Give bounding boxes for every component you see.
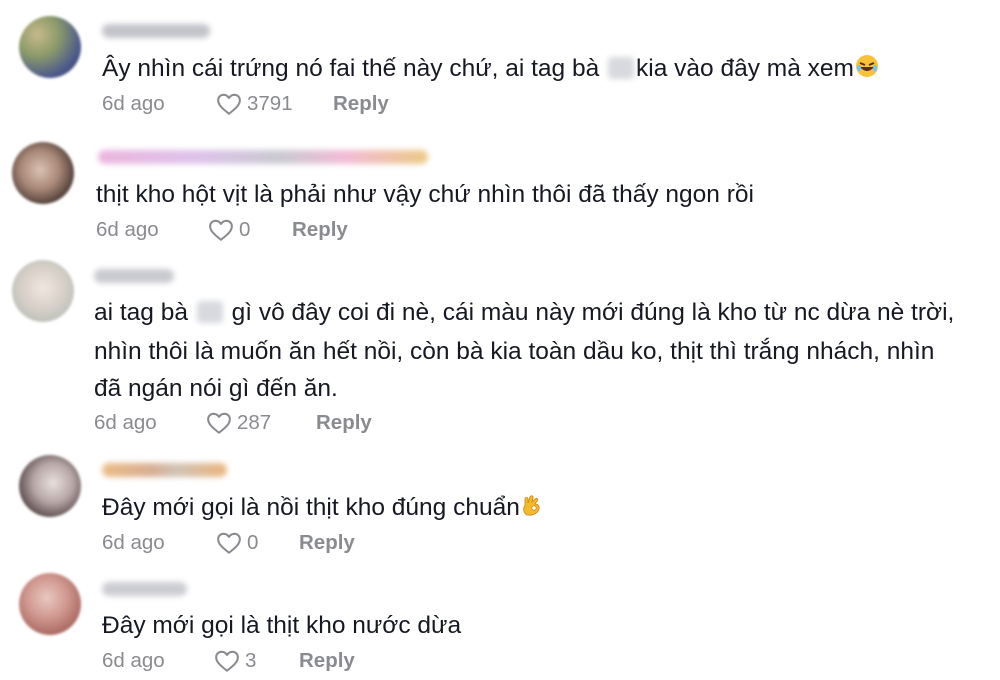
timestamp: 6d ago <box>96 218 159 241</box>
avatar[interactable] <box>19 16 81 78</box>
comment-text-line-1: ai tag bà gì vô đây coi đi nè, cái màu n… <box>94 295 954 331</box>
ok-hand-emoji <box>521 492 543 528</box>
comment-meta: 6d ago 3 Reply <box>102 646 502 676</box>
comment-text-line-2: nhìn thôi là muốn ăn hết nồi, còn bà kia… <box>94 338 935 365</box>
comment-4: Đây mới gọi là nồi thịt kho đúng chuẩn 6… <box>0 445 1000 565</box>
username[interactable] <box>102 582 187 596</box>
comment-1: Ây nhìn cái trứng nó fai thế này chứ, ai… <box>0 0 1000 125</box>
redacted-name <box>196 301 223 323</box>
avatar[interactable] <box>12 142 74 204</box>
like-count: 0 <box>239 218 251 241</box>
heart-outline-icon <box>217 93 241 115</box>
timestamp: 6d ago <box>94 411 157 434</box>
username[interactable] <box>98 150 428 164</box>
heart-outline-icon <box>207 412 231 434</box>
like-count: 3 <box>245 649 257 672</box>
like-button[interactable]: 0 <box>216 528 258 558</box>
reply-button[interactable]: Reply <box>316 408 372 438</box>
comment-meta: 6d ago 0 Reply <box>102 528 502 558</box>
comment-text-part: Ây nhìn cái trứng nó fai thế này chứ, ai… <box>102 55 607 82</box>
like-button[interactable]: 0 <box>208 215 250 245</box>
reply-button[interactable]: Reply <box>292 215 348 245</box>
username[interactable] <box>102 463 227 477</box>
comment-text: thịt kho hột vịt là phải như vậy chứ nhì… <box>96 181 754 208</box>
comment-text-part: Đây mới gọi là nồi thịt kho đúng chuẩn <box>102 494 520 521</box>
avatar[interactable] <box>19 455 81 517</box>
comment-text-line-3: đã ngán nói gì đến ăn. <box>94 375 338 402</box>
comment-text: Đây mới gọi là nồi thịt kho đúng chuẩn <box>102 490 543 528</box>
like-count: 3791 <box>247 92 293 115</box>
comment-text-part: kia vào đây mà xem <box>636 55 854 82</box>
redacted-name <box>608 57 635 79</box>
comment-meta: 6d ago 3791 Reply <box>102 89 502 119</box>
like-button[interactable]: 287 <box>206 408 271 438</box>
username[interactable] <box>94 269 174 283</box>
username[interactable] <box>102 24 210 38</box>
like-count: 287 <box>237 411 272 434</box>
comment-meta: 6d ago 0 Reply <box>96 215 496 245</box>
timestamp: 6d ago <box>102 531 165 554</box>
like-button[interactable]: 3 <box>214 646 256 676</box>
avatar[interactable] <box>19 573 81 635</box>
comment-5: Đây mới gọi là thịt kho nước dừa 6d ago … <box>0 565 1000 680</box>
timestamp: 6d ago <box>102 92 165 115</box>
like-count: 0 <box>247 531 259 554</box>
heart-outline-icon <box>209 219 233 241</box>
avatar[interactable] <box>12 260 74 322</box>
comment-text: Ây nhìn cái trứng nó fai thế này chứ, ai… <box>102 51 879 89</box>
comment-2: thịt kho hột vịt là phải như vậy chứ nhì… <box>0 125 1000 250</box>
comment-3: ai tag bà gì vô đây coi đi nè, cái màu n… <box>0 250 1000 445</box>
comment-text-part: gì vô đây coi đi nè, cái màu này mới đún… <box>231 299 955 326</box>
rolling-laughing-emoji <box>855 53 879 89</box>
like-button[interactable]: 3791 <box>216 89 293 119</box>
heart-outline-icon <box>217 532 241 554</box>
reply-button[interactable]: Reply <box>333 89 389 119</box>
comment-meta: 6d ago 287 Reply <box>94 408 494 438</box>
reply-button[interactable]: Reply <box>299 646 355 676</box>
reply-button[interactable]: Reply <box>299 528 355 558</box>
comment-text: Đây mới gọi là thịt kho nước dừa <box>102 612 462 639</box>
comment-text-part: ai tag bà <box>94 299 195 326</box>
timestamp: 6d ago <box>102 649 165 672</box>
heart-outline-icon <box>215 650 239 672</box>
